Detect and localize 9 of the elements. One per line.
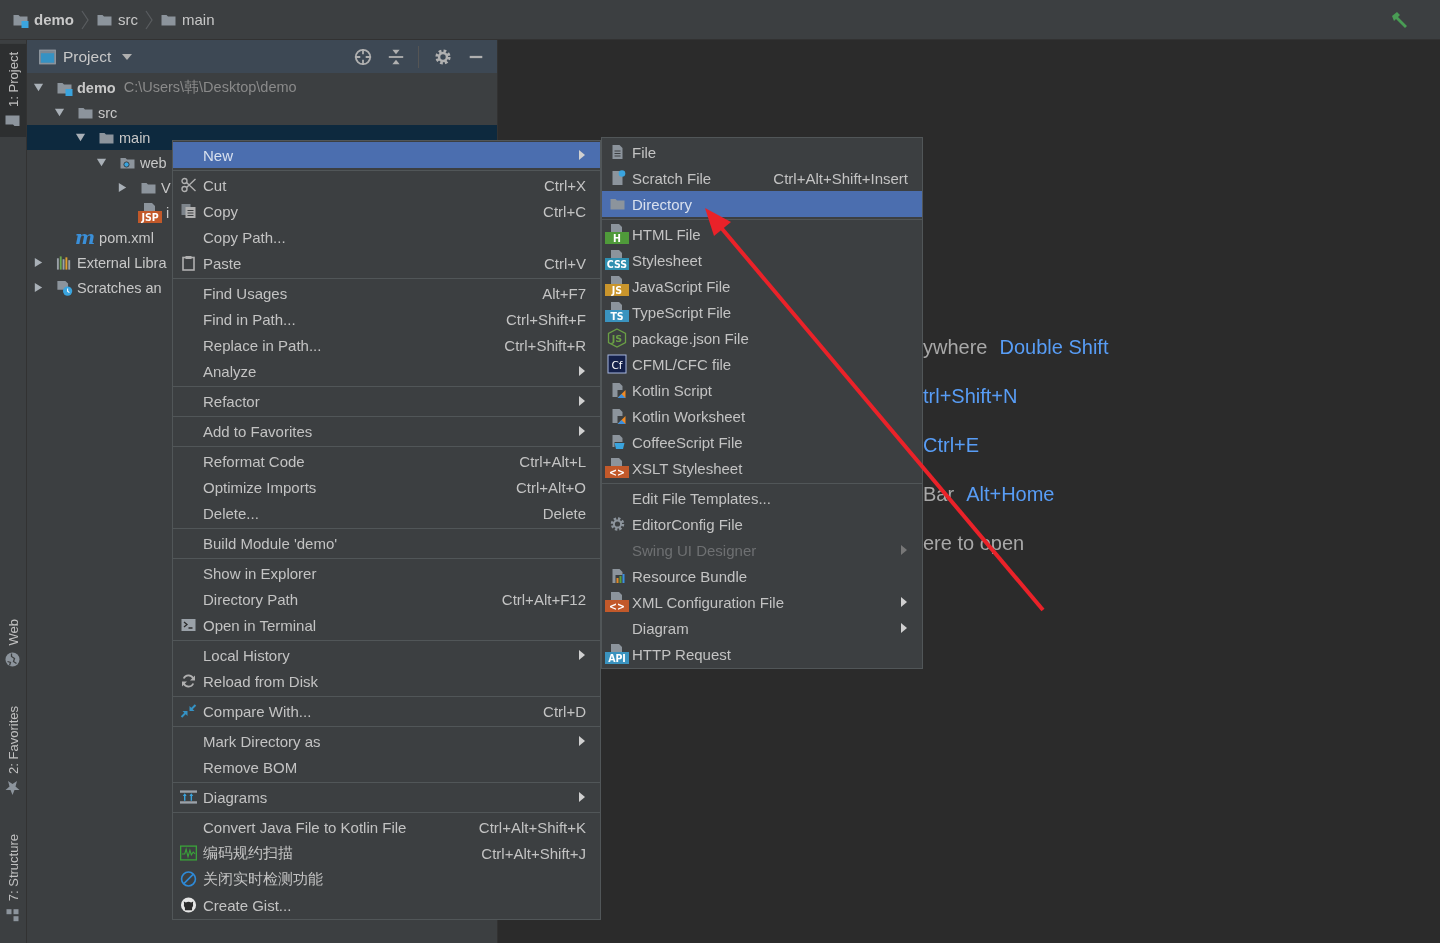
hexagon-icon: JS xyxy=(607,328,627,348)
cf-icon: Cf xyxy=(607,354,627,374)
shortcut-hint: trl+Shift+N xyxy=(923,384,1018,409)
letter-icon: m xyxy=(75,228,96,247)
path-hint: C:\Users\韩\Desktop\demo xyxy=(123,78,297,97)
shortcut-hint: Double Shift xyxy=(999,335,1109,360)
shortcut-hint: Alt+Home xyxy=(966,482,1055,507)
hint-text: ywhere xyxy=(923,335,988,360)
shortcut-hint: Ctrl+E xyxy=(923,433,980,458)
